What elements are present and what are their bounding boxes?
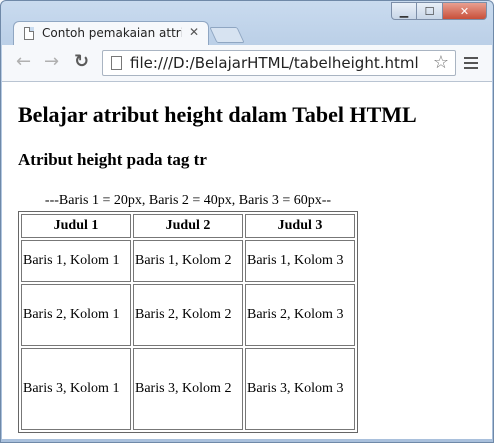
minimize-button[interactable]: ▁ xyxy=(391,2,417,20)
forward-arrow-icon[interactable]: → xyxy=(44,53,59,71)
page-icon xyxy=(24,27,34,40)
address-bar[interactable]: file:///D:/BelajarHTML/tabelheight.html … xyxy=(102,50,456,76)
file-icon xyxy=(111,56,122,70)
page-title: Belajar atribut height dalam Tabel HTML xyxy=(18,102,417,127)
hamburger-menu-icon[interactable] xyxy=(464,57,478,72)
table-cell: Baris 3, Kolom 2 xyxy=(133,348,243,430)
table-cell: Baris 1, Kolom 2 xyxy=(133,240,243,282)
table-row: Baris 1, Kolom 1 Baris 1, Kolom 2 Baris … xyxy=(21,240,355,282)
new-tab-button[interactable] xyxy=(209,27,245,43)
header-cell: Judul 3 xyxy=(245,214,355,238)
maximize-button[interactable]: ☐ xyxy=(417,2,443,20)
table-cell: Baris 1, Kolom 1 xyxy=(21,240,131,282)
page-subtitle: Atribut height pada tag tr xyxy=(18,150,207,169)
table-row: Baris 3, Kolom 1 Baris 3, Kolom 2 Baris … xyxy=(21,348,355,430)
table-caption: ---Baris 1 = 20px, Baris 2 = 40px, Baris… xyxy=(44,193,332,208)
table-cell: Baris 3, Kolom 3 xyxy=(245,348,355,430)
window-controls: ▁ ☐ ✕ xyxy=(391,2,487,22)
url-text[interactable]: file:///D:/BelajarHTML/tabelheight.html xyxy=(130,54,419,72)
tab-title: Contoh pemakaian attribu xyxy=(42,26,182,40)
header-cell: Judul 2 xyxy=(133,214,243,238)
table-row: Baris 2, Kolom 1 Baris 2, Kolom 2 Baris … xyxy=(21,284,355,346)
tab-close-icon[interactable]: ✕ xyxy=(189,25,199,39)
table-cell: Baris 2, Kolom 3 xyxy=(245,284,355,346)
table-cell: Baris 1, Kolom 3 xyxy=(245,240,355,282)
browser-tab[interactable]: Contoh pemakaian attribu ✕ xyxy=(13,21,209,45)
browser-window: ▁ ☐ ✕ Contoh pemakaian attribu ✕ ← → ↻ f… xyxy=(0,0,494,443)
toolbar: ← → ↻ file:///D:/BelajarHTML/tabelheight… xyxy=(2,45,492,82)
demo-table: ---Baris 1 = 20px, Baris 2 = 40px, Baris… xyxy=(18,193,358,433)
table-cell: Baris 3, Kolom 1 xyxy=(21,348,131,430)
close-window-button[interactable]: ✕ xyxy=(443,2,487,20)
page-content: Belajar atribut height dalam Tabel HTML … xyxy=(2,82,492,439)
table-cell: Baris 2, Kolom 1 xyxy=(21,284,131,346)
table-cell: Baris 2, Kolom 2 xyxy=(133,284,243,346)
reload-icon[interactable]: ↻ xyxy=(74,53,89,71)
star-icon[interactable]: ☆ xyxy=(433,52,449,73)
header-cell: Judul 1 xyxy=(21,214,131,238)
table-header-row: Judul 1 Judul 2 Judul 3 xyxy=(21,214,355,238)
back-arrow-icon[interactable]: ← xyxy=(16,53,31,71)
